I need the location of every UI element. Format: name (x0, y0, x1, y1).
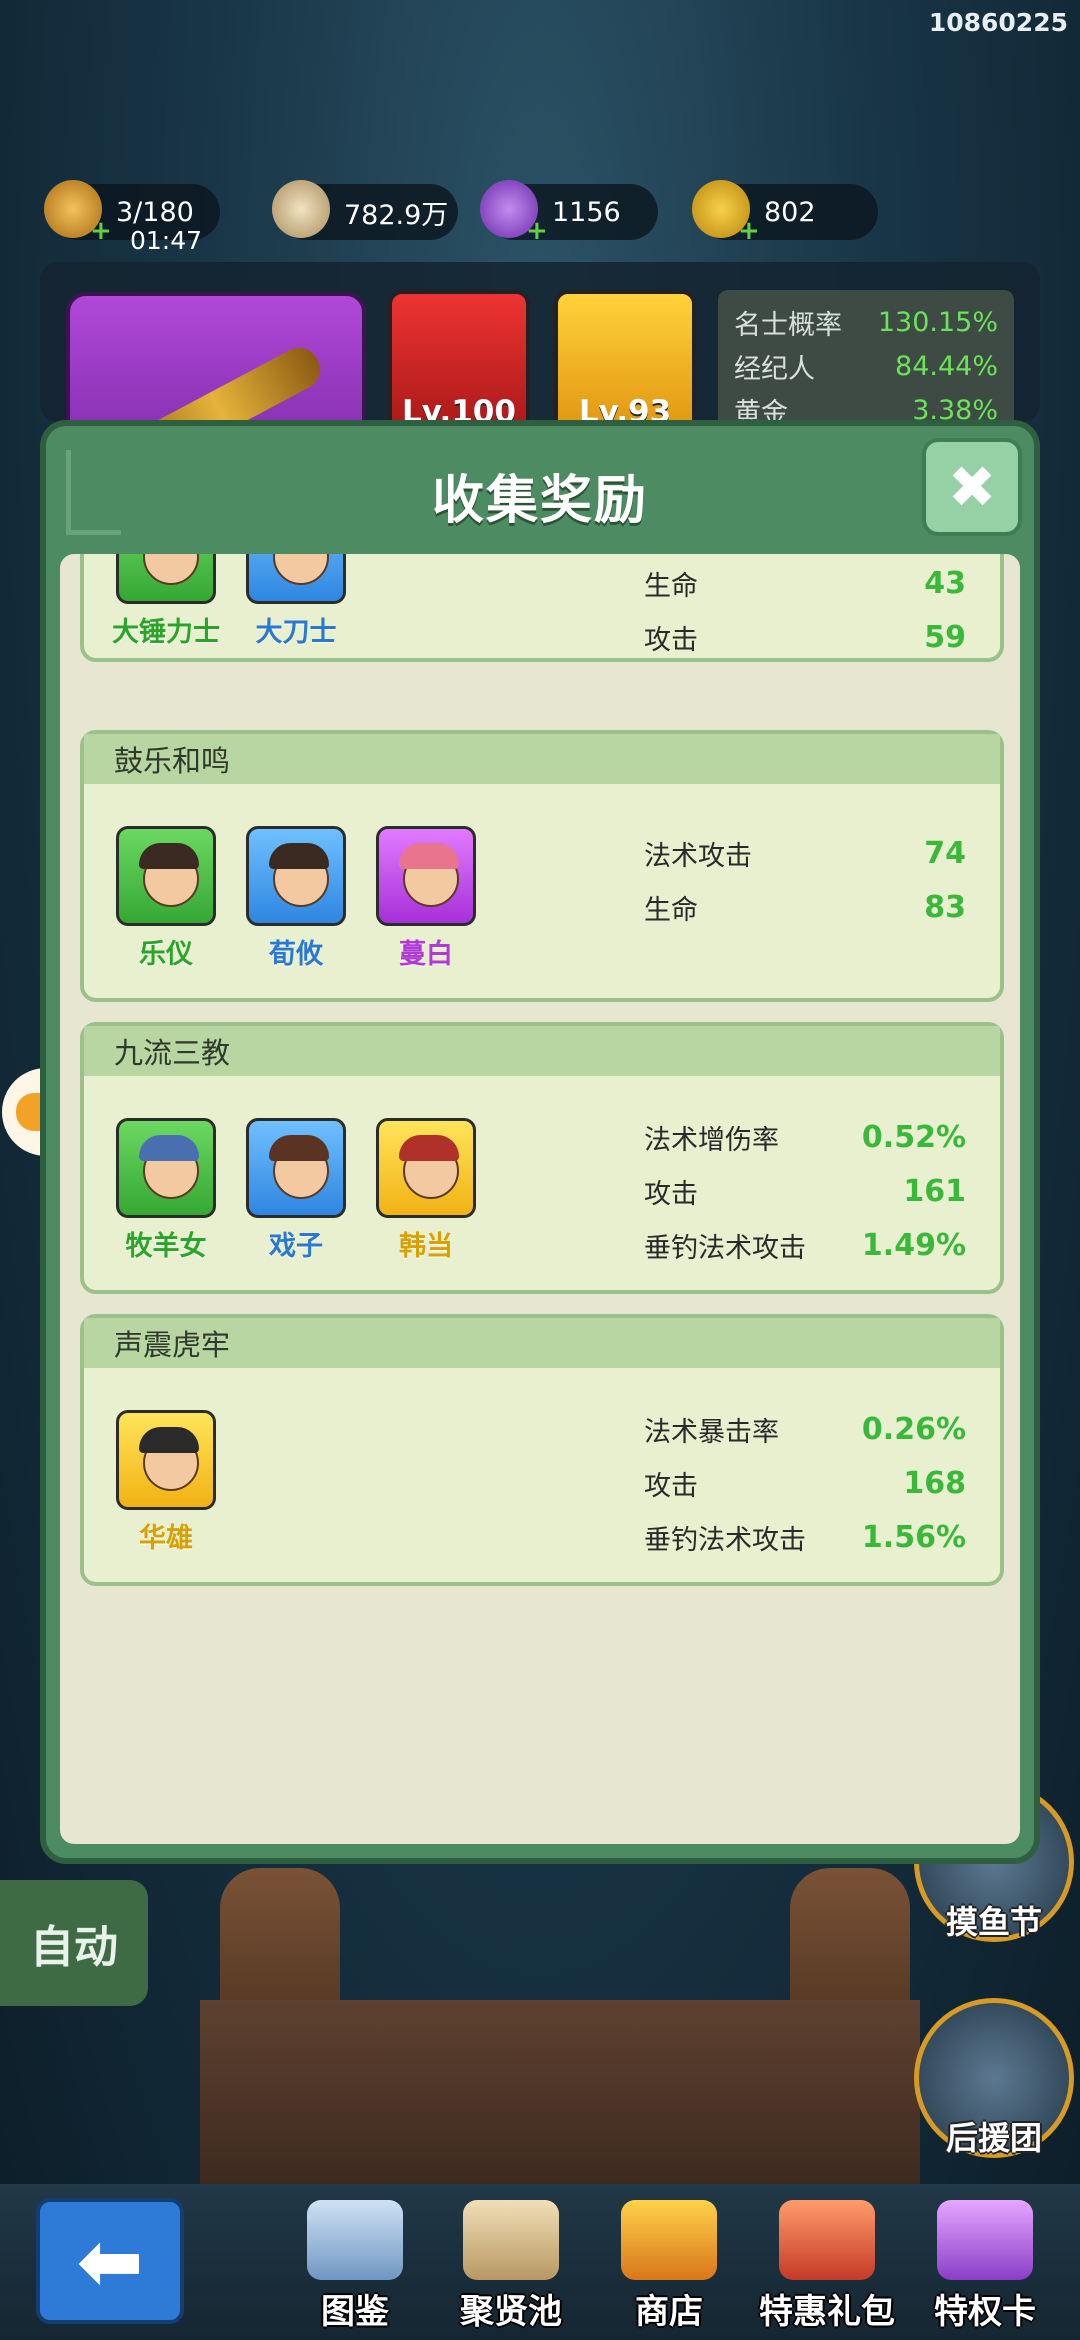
character-name: 蔓白 (399, 939, 453, 970)
group-title: 声震虎牢 (84, 1318, 1000, 1368)
auto-button[interactable]: 自动 (0, 1880, 148, 2006)
character-name: 荀攸 (269, 939, 323, 970)
stat-list: 法术增伤率 0.52% 攻击 161 垂钓法术攻击 1.49% (644, 1110, 966, 1272)
stamina-timer: 01:47 (130, 226, 203, 255)
support-team-button[interactable]: 后援团 (914, 1998, 1074, 2158)
character-card[interactable]: 戏子 (242, 1118, 350, 1263)
collection-reward-modal: 收集奖励 ✖ 大锤力士 大刀士 生命 43 攻击 59 鼓乐和鸣 乐仪 荀攸 蔓… (40, 420, 1040, 1864)
shop-icon (621, 2200, 717, 2280)
reward-group: 大锤力士 大刀士 生命 43 攻击 59 (80, 554, 1004, 662)
user-id: 10860225 (928, 8, 1068, 37)
rate-stats-panel: 名士概率 130.15% 经纪人 84.44% 黄金 3.38% (718, 290, 1014, 430)
nav-special-pack[interactable]: 特惠礼包 (752, 2200, 902, 2332)
stat-row: 垂钓法术攻击 1.49% (644, 1227, 966, 1264)
character-card[interactable]: 大刀士 (242, 554, 350, 649)
plus-icon[interactable]: + (738, 216, 760, 246)
stat-row: 生命 83 (644, 889, 966, 926)
rate-row: 经纪人 84.44% (734, 350, 998, 385)
close-button[interactable]: ✖ (922, 438, 1022, 536)
character-list: 华雄 (112, 1410, 242, 1555)
gift-icon (779, 2200, 875, 2280)
character-portrait (246, 1118, 346, 1218)
character-card[interactable]: 华雄 (112, 1410, 220, 1555)
stamina-value: 3/180 (116, 196, 194, 228)
group-title: 鼓乐和鸣 (84, 734, 1000, 784)
equipment-card-red[interactable]: Lv.100 (388, 290, 530, 438)
character-portrait (246, 826, 346, 926)
character-portrait (376, 1118, 476, 1218)
stat-row: 垂钓法术攻击 1.56% (644, 1519, 966, 1556)
stat-row: 攻击 59 (644, 619, 966, 656)
stat-list: 法术攻击 74 生命 83 (644, 826, 966, 934)
character-name: 华雄 (139, 1523, 193, 1554)
character-name: 乐仪 (139, 939, 193, 970)
fish-festival-label: 摸鱼节 (945, 1903, 1042, 1941)
character-card[interactable]: 韩当 (372, 1118, 480, 1263)
reward-group: 声震虎牢 华雄 法术暴击率 0.26% 攻击 168 垂钓法术攻击 1.56% (80, 1314, 1004, 1586)
character-name: 大刀士 (255, 617, 337, 648)
back-arrow-icon: ⬅ (76, 2214, 144, 2308)
stat-row: 攻击 168 (644, 1465, 966, 1502)
character-portrait (116, 554, 216, 604)
stat-list: 法术暴击率 0.26% 攻击 168 垂钓法术攻击 1.56% (644, 1402, 966, 1564)
plus-icon[interactable]: + (526, 216, 548, 246)
gems-resource[interactable]: 1156 + (480, 180, 658, 246)
stage-floor (200, 2000, 920, 2200)
handbook-icon (307, 2200, 403, 2280)
character-name: 大锤力士 (112, 617, 220, 648)
character-card[interactable]: 蔓白 (372, 826, 480, 971)
plus-icon[interactable]: + (90, 216, 112, 246)
character-name: 戏子 (269, 1231, 323, 1262)
character-card[interactable]: 乐仪 (112, 826, 220, 971)
nav-recruit-pool[interactable]: 聚贤池 (436, 2200, 586, 2332)
rate-row: 名士概率 130.15% (734, 306, 998, 341)
coins-resource[interactable]: 782.9万 (272, 180, 458, 240)
coins-value: 782.9万 (344, 199, 449, 231)
nav-handbook[interactable]: 图鉴 (280, 2200, 430, 2332)
reward-group: 九流三教 牧羊女 戏子 韩当 法术增伤率0.52% 攻击161 垂钓法术攻击 (80, 1022, 1004, 1294)
character-portrait (116, 1118, 216, 1218)
character-portrait (246, 554, 346, 604)
character-list: 大锤力士 大刀士 (112, 554, 372, 649)
group-title: 九流三教 (84, 1026, 1000, 1076)
character-portrait (116, 1410, 216, 1510)
modal-title: 收集奖励 (431, 471, 648, 531)
close-icon: ✖ (947, 453, 997, 521)
reward-list[interactable]: 大锤力士 大刀士 生命 43 攻击 59 鼓乐和鸣 乐仪 荀攸 蔓白 法术攻击 … (60, 554, 1020, 1844)
character-list: 乐仪 荀攸 蔓白 (112, 826, 502, 971)
stat-row: 法术攻击 74 (644, 835, 966, 872)
tokens-resource[interactable]: 802 + (692, 180, 878, 246)
character-list: 牧羊女 戏子 韩当 (112, 1118, 502, 1263)
scroll-icon (463, 2200, 559, 2280)
character-card[interactable]: 荀攸 (242, 826, 350, 971)
gems-value: 1156 (552, 196, 621, 228)
back-button[interactable]: ⬅ (36, 2198, 184, 2324)
character-name: 韩当 (399, 1231, 453, 1262)
privilege-icon (937, 2200, 1033, 2280)
character-portrait (116, 826, 216, 926)
nav-shop[interactable]: 商店 (594, 2200, 744, 2332)
character-card[interactable]: 大锤力士 (112, 554, 220, 649)
equipment-card-gold[interactable]: Lv.93 (554, 290, 696, 438)
tokens-value: 802 (764, 196, 816, 228)
support-team-label: 后援团 (945, 2119, 1042, 2157)
stat-row: 法术暴击率 0.26% (644, 1411, 966, 1448)
stat-row: 攻击 161 (644, 1173, 966, 1210)
stat-row: 生命 43 (644, 565, 966, 602)
coin-icon (272, 180, 330, 238)
character-card[interactable]: 牧羊女 (112, 1118, 220, 1263)
nav-privilege-card[interactable]: 特权卡 (910, 2200, 1060, 2332)
character-name: 牧羊女 (125, 1231, 207, 1262)
character-portrait (376, 826, 476, 926)
reward-group: 鼓乐和鸣 乐仪 荀攸 蔓白 法术攻击 74 生命 83 (80, 730, 1004, 1002)
stat-row: 法术增伤率 0.52% (644, 1119, 966, 1156)
stat-list: 生命 43 攻击 59 (644, 556, 966, 664)
